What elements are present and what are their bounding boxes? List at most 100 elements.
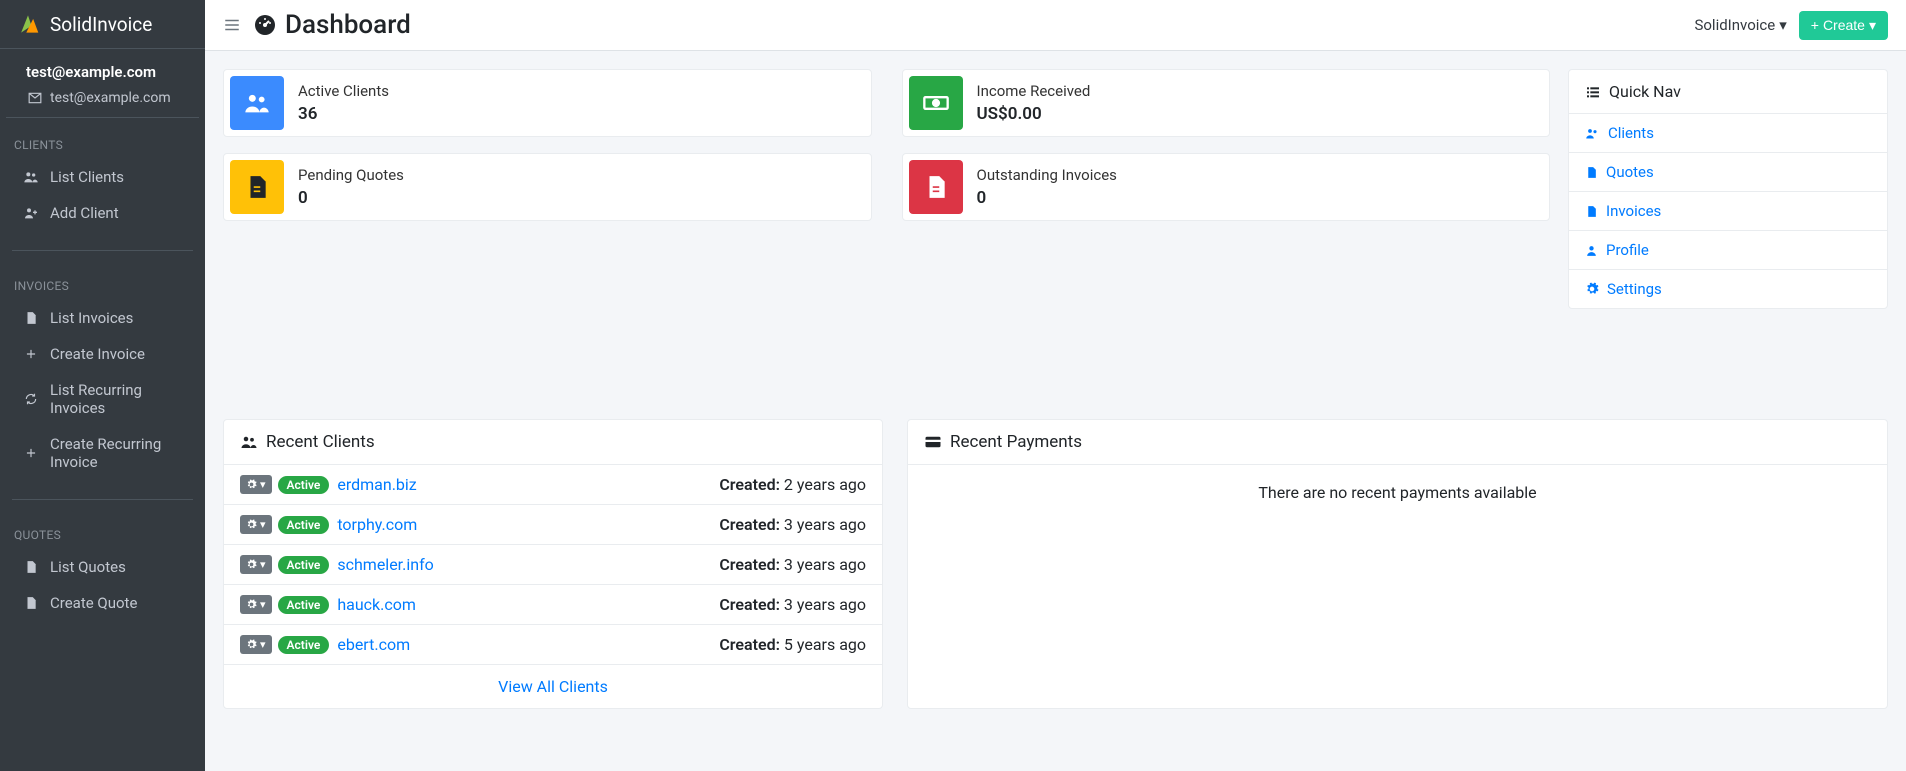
status-badge: Active	[278, 476, 330, 494]
stat-label: Outstanding Invoices	[977, 166, 1117, 184]
quicknav-invoices[interactable]: Invoices	[1569, 192, 1887, 231]
stat-label: Active Clients	[298, 82, 389, 100]
page-title: Dashboard	[253, 10, 411, 40]
quicknav-label: Clients	[1608, 124, 1654, 142]
sidebar-item-list-invoices[interactable]: List Invoices	[6, 301, 199, 335]
nav-header-clients: CLIENTS	[0, 128, 205, 158]
file-icon	[230, 160, 284, 214]
quicknav-quotes[interactable]: Quotes	[1569, 153, 1887, 192]
client-actions-button[interactable]: ▾	[240, 515, 272, 534]
client-link[interactable]: schmeler.info	[337, 555, 433, 574]
client-created: Created: 2 years ago	[719, 475, 866, 494]
stat-value: US$0.00	[977, 104, 1091, 124]
sidebar-item-label: List Quotes	[50, 558, 126, 576]
company-name: SolidInvoice	[1694, 16, 1775, 34]
sidebar-item-label: List Clients	[50, 168, 124, 186]
panel-header: Recent Clients	[224, 420, 882, 464]
page-title-text: Dashboard	[285, 10, 411, 40]
create-button[interactable]: + Create ▾	[1799, 11, 1888, 40]
user-title: test@example.com	[26, 63, 179, 81]
caret-down-icon: ▾	[1869, 17, 1876, 34]
sidebar-item-create-invoice[interactable]: Create Invoice	[6, 337, 199, 371]
caret-down-icon: ▾	[260, 638, 266, 651]
credit-card-icon	[924, 433, 942, 451]
client-actions-button[interactable]: ▾	[240, 555, 272, 574]
client-actions-button[interactable]: ▾	[240, 635, 272, 654]
file-icon	[1585, 166, 1598, 179]
nav-header-quotes: QUOTES	[0, 518, 205, 548]
quicknav-label: Settings	[1607, 280, 1662, 298]
client-row: ▾ Active ebert.com Created: 5 years ago	[224, 624, 882, 664]
users-icon	[230, 76, 284, 130]
caret-down-icon: ▾	[260, 518, 266, 531]
user-plus-icon	[22, 204, 40, 222]
file-icon	[909, 160, 963, 214]
client-actions-button[interactable]: ▾	[240, 595, 272, 614]
file-icon	[1585, 205, 1598, 218]
client-row: ▾Activehauck.comCreated: 3 years ago	[224, 584, 882, 624]
sidebar-item-list-recurring[interactable]: List Recurring Invoices	[6, 373, 199, 425]
client-actions-button[interactable]: ▾	[240, 475, 272, 494]
client-link[interactable]: ebert.com	[337, 635, 410, 654]
user-icon	[1585, 244, 1598, 257]
stat-outstanding-invoices: Outstanding Invoices 0	[902, 153, 1551, 221]
sidebar-item-create-recurring[interactable]: Create Recurring Invoice	[6, 427, 199, 479]
client-created: Created: 3 years ago	[719, 595, 866, 614]
create-label: Create	[1823, 17, 1865, 33]
user-email-row[interactable]: test@example.com	[26, 89, 179, 107]
sidebar-item-add-client[interactable]: Add Client	[6, 196, 199, 230]
user-email: test@example.com	[50, 90, 171, 106]
quicknav-panel: Quick Nav Clients Quotes	[1568, 69, 1888, 309]
client-created: Created: 3 years ago	[719, 555, 866, 574]
client-link[interactable]: hauck.com	[337, 595, 416, 614]
plus-icon	[22, 345, 40, 363]
quicknav-label: Quotes	[1606, 163, 1654, 181]
client-row: ▾ Active erdman.biz Created: 2 years ago	[224, 464, 882, 504]
envelope-icon	[26, 89, 44, 107]
quicknav-settings[interactable]: Settings	[1569, 270, 1887, 308]
users-icon	[22, 168, 40, 186]
sidebar: SolidInvoice test@example.com test@examp…	[0, 0, 205, 771]
view-all-clients-link[interactable]: View All Clients	[224, 664, 882, 708]
status-badge: Active	[278, 516, 330, 534]
quicknav-label: Invoices	[1606, 202, 1661, 220]
panel-title: Recent Clients	[266, 432, 375, 452]
users-icon	[240, 433, 258, 451]
sidebar-item-label: Create Recurring Invoice	[50, 435, 183, 471]
client-row: ▾Activetorphy.comCreated: 3 years ago	[224, 504, 882, 544]
plus-icon	[22, 444, 40, 462]
status-badge: Active	[278, 556, 330, 574]
status-badge: Active	[278, 636, 330, 654]
quicknav-label: Profile	[1606, 241, 1649, 259]
quicknav-header: Quick Nav	[1569, 70, 1887, 114]
quicknav-title: Quick Nav	[1609, 82, 1681, 101]
hamburger-icon[interactable]	[223, 16, 241, 34]
dashboard-icon	[253, 13, 277, 37]
sidebar-item-list-quotes[interactable]: List Quotes	[6, 550, 199, 584]
recent-clients-panel: Recent Clients ▾ Active erdman.biz Created:…	[223, 419, 883, 709]
recent-payments-panel: Recent Payments There are no recent paym…	[907, 419, 1888, 709]
client-created: Created: 5 years ago	[719, 635, 866, 654]
brand-text: SolidInvoice	[50, 13, 152, 36]
divider	[12, 250, 193, 251]
file-icon	[22, 594, 40, 612]
caret-down-icon: ▾	[260, 598, 266, 611]
sidebar-item-create-quote[interactable]: Create Quote	[6, 586, 199, 620]
empty-message: There are no recent payments available	[908, 464, 1887, 520]
user-block: test@example.com test@example.com	[6, 49, 199, 118]
brand-logo-icon	[14, 12, 42, 36]
sidebar-item-list-clients[interactable]: List Clients	[6, 160, 199, 194]
sidebar-item-label: List Recurring Invoices	[50, 381, 183, 417]
quicknav-clients[interactable]: Clients	[1569, 114, 1887, 153]
list-icon	[1585, 84, 1601, 100]
client-link[interactable]: torphy.com	[337, 515, 417, 534]
panel-header: Recent Payments	[908, 420, 1887, 464]
sidebar-item-label: List Invoices	[50, 309, 133, 327]
client-link[interactable]: erdman.biz	[337, 475, 416, 494]
company-dropdown[interactable]: SolidInvoice ▾	[1694, 16, 1786, 34]
refresh-icon	[22, 390, 40, 408]
file-icon	[22, 558, 40, 576]
brand[interactable]: SolidInvoice	[0, 0, 205, 49]
quicknav-profile[interactable]: Profile	[1569, 231, 1887, 270]
money-icon	[909, 76, 963, 130]
